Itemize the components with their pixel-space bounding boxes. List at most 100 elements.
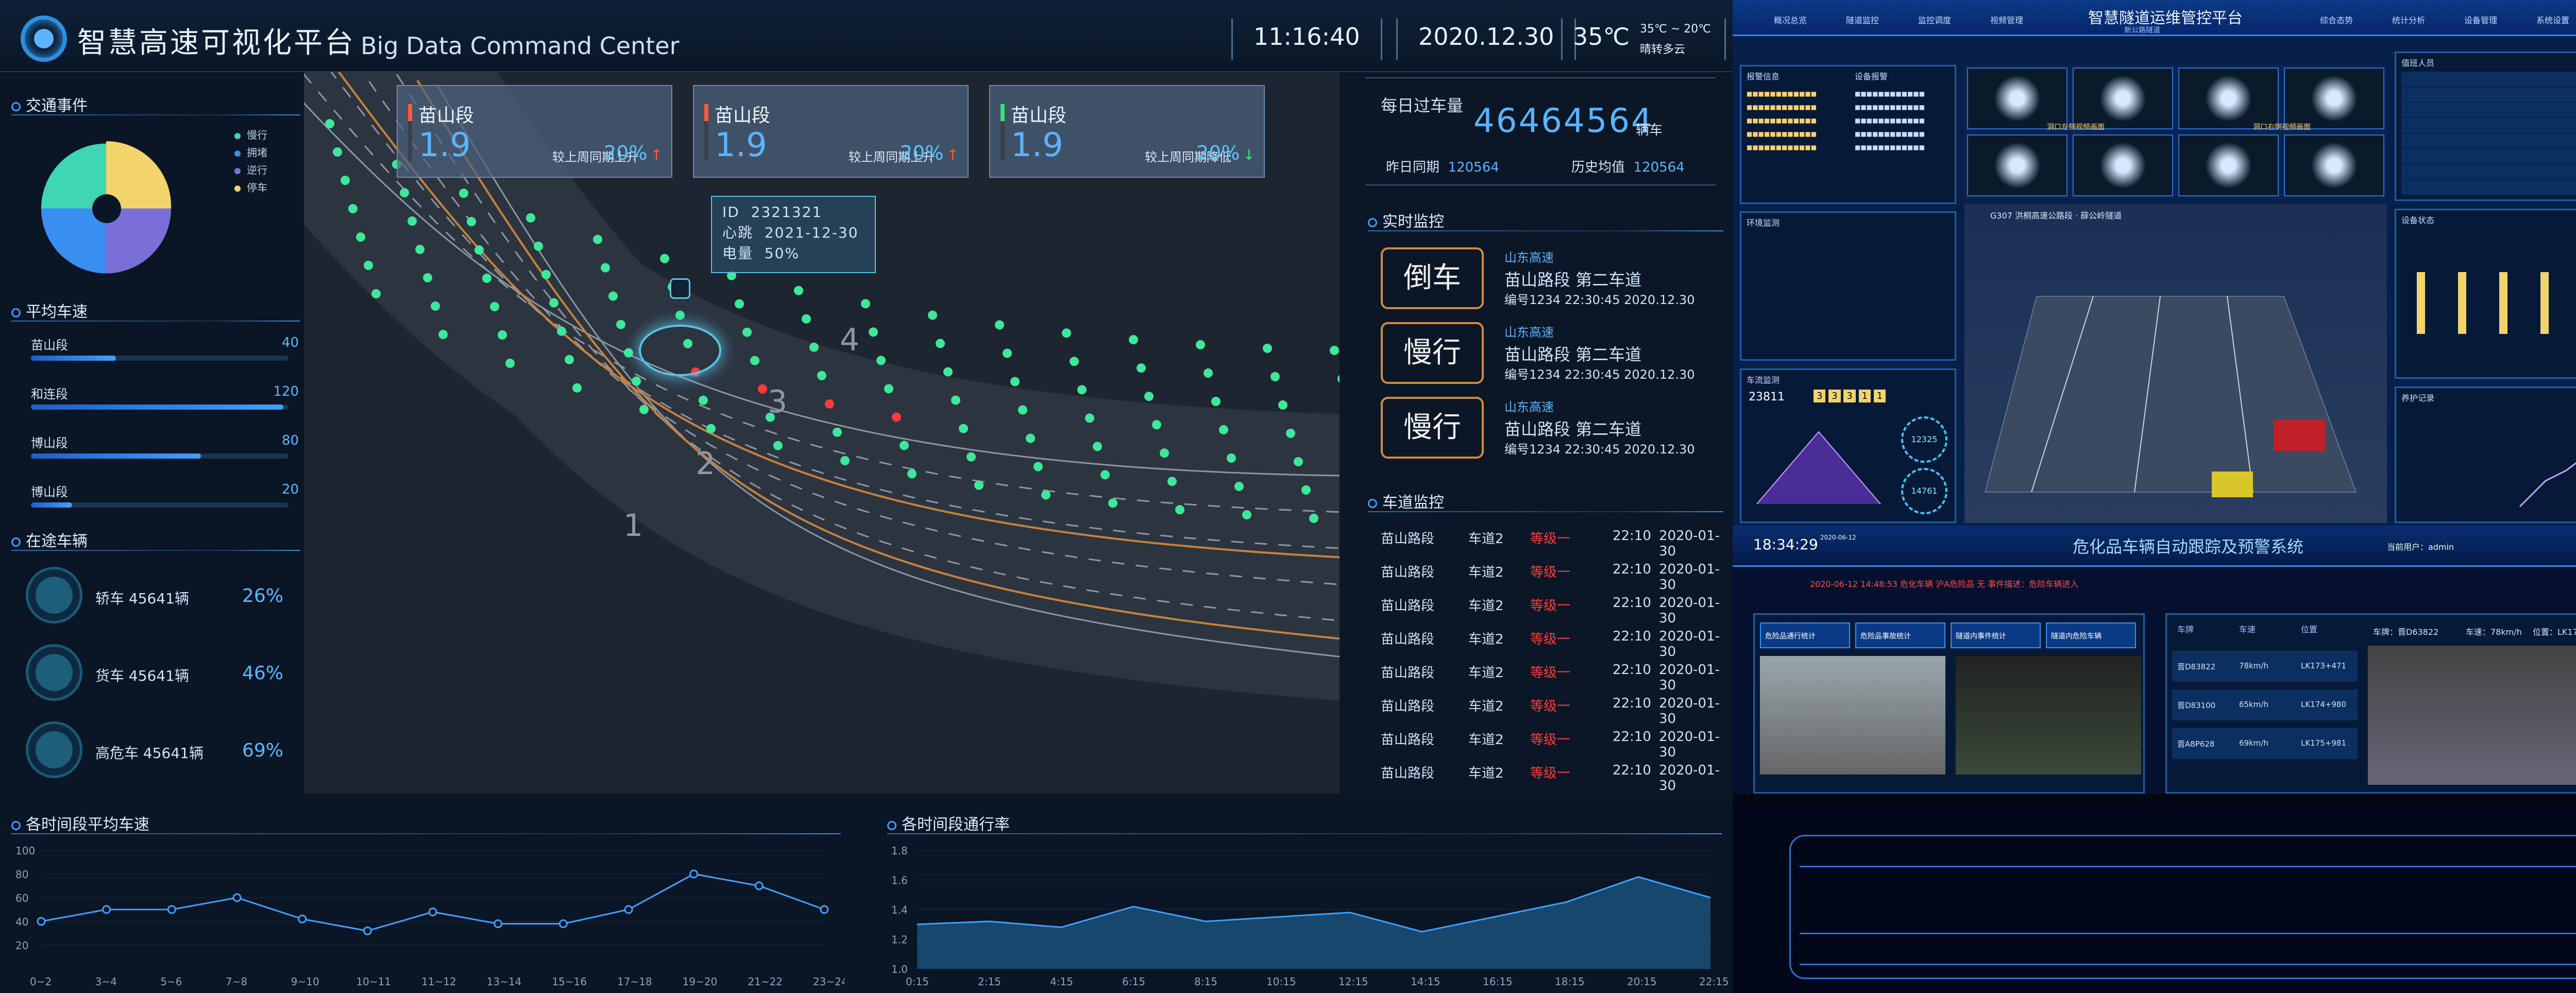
tunnel-camera-thumb[interactable] bbox=[2284, 68, 2384, 129]
hazmat-tag[interactable]: 危险品事故统计 bbox=[1855, 622, 1945, 648]
road-light-marker bbox=[1175, 505, 1184, 515]
y-tick-label: 100 bbox=[15, 845, 35, 857]
data-point[interactable] bbox=[298, 914, 307, 923]
tunnel-3d-view[interactable]: G307 洪桐高速公路段 · 薛公岭隧道 bbox=[1964, 204, 2387, 523]
speed-bar bbox=[31, 453, 289, 459]
tunnel-nav-item[interactable]: 统计分析 bbox=[2392, 13, 2425, 26]
lane-row[interactable]: 苗山路段 车道2 等级一 22:10 2020-01-30 bbox=[1370, 595, 1726, 626]
segment-card[interactable]: 苗山段 1.9 较上周同期上升 20% ↑ bbox=[693, 85, 969, 178]
tunnel-camera-thumb[interactable] bbox=[2178, 134, 2279, 196]
tunnel-camera-thumb[interactable] bbox=[2178, 68, 2279, 129]
road-light-marker bbox=[1263, 343, 1272, 353]
tunnel-camera-thumb[interactable] bbox=[1967, 134, 2067, 196]
data-point[interactable] bbox=[494, 919, 503, 929]
road-light-marker bbox=[660, 254, 669, 263]
tunnel-title: 智慧隧道运维管控平台 bbox=[2088, 9, 2243, 27]
data-point[interactable] bbox=[37, 917, 46, 926]
daily-unit: 辆车 bbox=[1636, 123, 1663, 138]
card-name: 苗山段 bbox=[418, 105, 474, 126]
speed-bar bbox=[31, 405, 289, 410]
hazmat-tag[interactable]: 隧道内事件统计 bbox=[1951, 622, 2041, 648]
temp-value: 35℃ bbox=[1573, 23, 1630, 51]
data-point[interactable] bbox=[167, 905, 176, 914]
data-point[interactable] bbox=[232, 893, 242, 902]
tunnel-nav-item[interactable]: 视频管理 bbox=[1990, 13, 2023, 26]
road-visualization[interactable]: 1 2 3 4 bbox=[304, 72, 1340, 794]
vehicle-label: 货车 45641辆 bbox=[95, 667, 189, 684]
tunnel-nav-item[interactable]: 概况总览 bbox=[1774, 13, 1807, 26]
tunnel-ops-panel: 养护记录 bbox=[2395, 386, 2576, 523]
hazmat-vehicle-panel: 车牌 车速 位置 晋D83822 78km/h LK173+471 晋D83100 65km/… bbox=[2165, 613, 2576, 794]
event-road: 山东高速 bbox=[1504, 400, 1554, 414]
tunnel-nav-item[interactable]: 系统设置 bbox=[2536, 13, 2569, 26]
segment-card[interactable]: 苗山段 1.9 较上周同期上升 20% ↑ bbox=[397, 85, 672, 178]
camera-caption: 洞口右侧视频画面 bbox=[2253, 123, 2311, 131]
road-light-marker bbox=[936, 339, 945, 348]
lane-row[interactable]: 苗山路段 车道2 等级一 22:10 2020-01-30 bbox=[1370, 696, 1726, 727]
tunnel-camera-thumb[interactable] bbox=[1967, 68, 2067, 129]
road-light-marker bbox=[1033, 462, 1043, 472]
event-type-badge: 慢行 bbox=[1381, 397, 1484, 459]
dashboard-header: 智慧高速可视化平台 Big Data Command Center 11:16:… bbox=[0, 0, 1733, 72]
road-light-marker bbox=[794, 285, 803, 295]
hazmat-header: 18:34:29 2020-06-12 危化品车辆自动跟踪及预警系统 当前用户：… bbox=[1733, 526, 2576, 567]
tunnel-camera-thumb[interactable] bbox=[2284, 134, 2384, 196]
lane-row[interactable]: 苗山路段 车道2 等级一 22:10 2020-01-30 bbox=[1370, 729, 1726, 760]
x-tick-label: 16:15 bbox=[1483, 975, 1513, 988]
lane-row[interactable]: 苗山路段 车道2 等级一 22:10 2020-01-30 bbox=[1370, 528, 1726, 559]
hazmat-tag[interactable]: 危险品通行统计 bbox=[1760, 622, 1850, 648]
car-icon bbox=[26, 567, 82, 624]
hazmat-camera-1[interactable] bbox=[1760, 656, 1945, 775]
event-section: 苗山路段 第二车道 bbox=[1504, 270, 1642, 290]
hazmat-user: 当前用户：admin bbox=[2387, 542, 2454, 552]
card-name: 苗山段 bbox=[1011, 105, 1067, 126]
x-tick-label: 5~6 bbox=[160, 975, 182, 988]
lane-row[interactable]: 苗山路段 车道2 等级一 22:10 2020-01-30 bbox=[1370, 662, 1726, 693]
y-tick-label: 1.2 bbox=[891, 934, 908, 946]
tunnel-nav-item[interactable]: 综合态势 bbox=[2320, 13, 2353, 26]
daily-title: 每日过车量 bbox=[1381, 96, 1464, 115]
speed-chart-title: 各时间段平均车速 bbox=[11, 812, 149, 834]
tunnel-nav-item[interactable]: 设备管理 bbox=[2464, 13, 2497, 26]
tunnel-nav-item[interactable]: 隧道监控 bbox=[1846, 13, 1879, 26]
daily-traffic-panel: 每日过车量 46464564 辆车 昨日同期 120564 历史均值 12056… bbox=[1365, 77, 1716, 186]
lane-row[interactable]: 苗山路段 车道2 等级一 22:10 2020-01-30 bbox=[1370, 763, 1726, 794]
tunnel-schematic[interactable] bbox=[1733, 804, 2576, 993]
data-point[interactable] bbox=[558, 919, 568, 929]
data-point[interactable] bbox=[363, 926, 372, 935]
lane-row[interactable]: 苗山路段 车道2 等级一 22:10 2020-01-30 bbox=[1370, 562, 1726, 593]
tunnel-camera-thumb[interactable] bbox=[2073, 134, 2173, 196]
vehicle-marker-icon[interactable] bbox=[670, 278, 690, 299]
lane-row[interactable]: 苗山路段 车道2 等级一 22:10 2020-01-30 bbox=[1370, 629, 1726, 660]
tunnel-nav: 智慧隧道运维管控平台 新公路隧道 概况总览 隧道监控 监控调度 视频管理 综合态势 统计分… bbox=[1733, 0, 2576, 36]
tunnel-circ1: 12325 bbox=[1901, 416, 1947, 463]
road-light-marker bbox=[1129, 335, 1138, 345]
speed-bar bbox=[31, 502, 289, 508]
road-light-marker bbox=[534, 241, 543, 251]
road-light-marker bbox=[423, 273, 432, 283]
x-tick-label: 10~11 bbox=[356, 975, 391, 988]
x-tick-label: 0~2 bbox=[30, 975, 52, 988]
avg-value: 120564 bbox=[1633, 160, 1685, 175]
tunnel-nav-item[interactable]: 监控调度 bbox=[1918, 13, 1951, 26]
hazard-truck-icon bbox=[26, 721, 82, 778]
road-light-marker bbox=[549, 298, 558, 308]
hazmat-tag[interactable]: 隧道内危险车辆 bbox=[2046, 622, 2136, 648]
data-point[interactable] bbox=[624, 905, 633, 914]
road-light-marker bbox=[758, 384, 767, 394]
hazmat-camera-2[interactable] bbox=[1956, 656, 2141, 775]
road-light-marker bbox=[467, 217, 476, 227]
card-pct: 20% ↓ bbox=[1196, 142, 1255, 164]
tunnel-camera-thumb[interactable] bbox=[2073, 68, 2173, 129]
data-point[interactable] bbox=[820, 905, 829, 914]
road-light-marker bbox=[1211, 396, 1221, 406]
data-point[interactable] bbox=[428, 907, 437, 917]
vehicle-pct: 26% bbox=[242, 585, 284, 607]
road-light-marker bbox=[1003, 348, 1012, 358]
segment-card[interactable]: 苗山段 1.9 较上周同期降低 20% ↓ bbox=[989, 85, 1265, 178]
data-point[interactable] bbox=[689, 869, 699, 879]
data-point[interactable] bbox=[102, 905, 111, 914]
data-point[interactable] bbox=[754, 881, 764, 890]
hazmat-camera-3[interactable] bbox=[2368, 646, 2576, 785]
vehicle-label: 高危车 45641辆 bbox=[95, 745, 204, 762]
